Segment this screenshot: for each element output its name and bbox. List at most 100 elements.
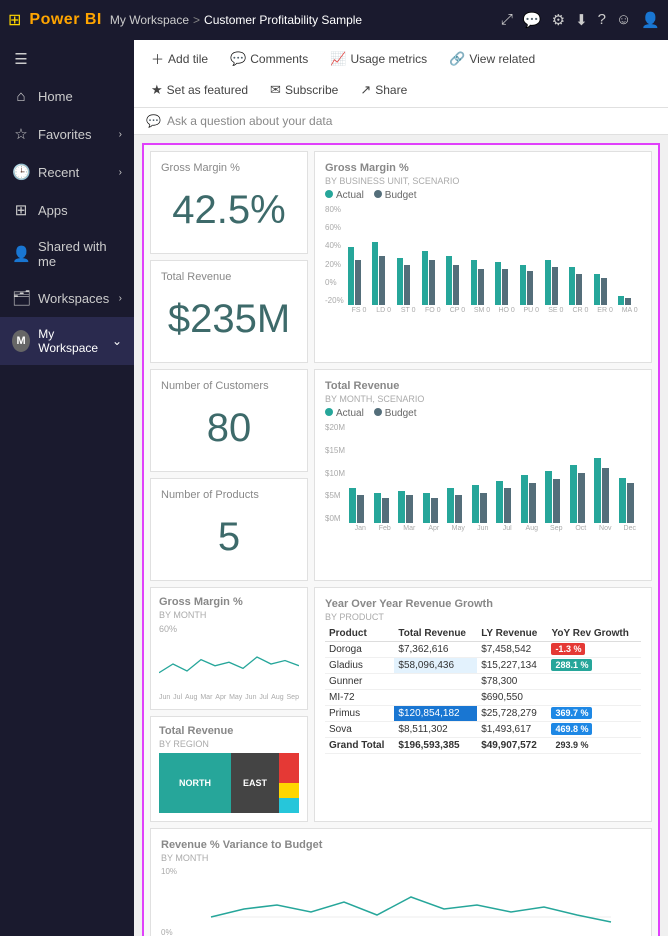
view-related-button[interactable]: 🔗 View related: [440, 46, 544, 72]
hamburger-icon: ☰: [12, 50, 30, 68]
gm-bar-group: [495, 262, 518, 305]
tr-budget-bar: [504, 488, 511, 523]
yoy-product-cell: MI-72: [325, 690, 394, 706]
expand-icon[interactable]: ⤢: [501, 11, 513, 29]
gm-x-label: FO 0: [422, 307, 445, 314]
yoy-growth-cell: [547, 690, 641, 706]
sidebar-item-workspaces[interactable]: 🗂 Workspaces ›: [0, 279, 134, 317]
sidebar-menu-toggle[interactable]: ☰: [0, 40, 134, 78]
rr-subtitle: BY REGION: [159, 739, 299, 749]
yoy-tile[interactable]: Year Over Year Revenue Growth BY PRODUCT…: [314, 587, 652, 822]
gm-chart-area: 80%60%40%20%0%-20% FS 0LD 0ST 0FO 0CP 0S…: [325, 205, 641, 314]
gm-bars-wrap: FS 0LD 0ST 0FO 0CP 0SM 0HO 0PU 0SE 0CR 0…: [348, 205, 641, 314]
tr-actual-bar: [423, 493, 430, 523]
comments-icon: 💬: [230, 51, 246, 67]
tr-budget-bar: [480, 493, 487, 523]
tile-revenue-variance[interactable]: Revenue % Variance to Budget BY MONTH 10…: [150, 828, 652, 936]
tr-x-label: Oct: [570, 525, 593, 532]
region-east: EAST: [231, 753, 279, 813]
yoy-total-cell: $120,854,182: [394, 706, 477, 722]
comments-label: Comments: [250, 52, 308, 66]
emoji-icon[interactable]: ☺: [616, 11, 631, 29]
gm-budget-bar: [601, 278, 607, 305]
sidebar-item-recent[interactable]: 🕒 Recent ›: [0, 153, 134, 191]
gm-y-labels: 80%60%40%20%0%-20%: [325, 205, 348, 305]
subscribe-button[interactable]: ✉ Subscribe: [261, 77, 347, 103]
tile-num-products[interactable]: Number of Products 5: [150, 478, 308, 581]
gm-actual-bar: [446, 256, 452, 306]
gm-budget-bar: [453, 265, 459, 306]
yoy-table-row: Grand Total$196,593,385$49,907,572293.9 …: [325, 738, 641, 754]
gmm-x-labels: JunJulAugMarAprMayJunJulAugSep: [159, 694, 299, 701]
gm-bar-group: [372, 242, 395, 305]
tile-gross-margin-pct[interactable]: Gross Margin % 42.5%: [150, 151, 308, 254]
tr-budget-bar: [431, 498, 438, 523]
region-bar: NORTH EAST: [159, 753, 299, 813]
sidebar-item-home-label: Home: [38, 89, 73, 104]
favorites-icon: ☆: [12, 125, 30, 143]
tr-actual-bar: [374, 493, 381, 523]
sidebar-item-apps[interactable]: ⊞ Apps: [0, 191, 134, 229]
tr-y-labels: $20M$15M$10M$5M$0M: [325, 423, 349, 523]
user-icon[interactable]: 👤: [641, 11, 660, 29]
share-button[interactable]: ↗ Share: [351, 77, 416, 103]
gm-budget-bar: [355, 260, 361, 305]
gm-bar-group: [545, 260, 568, 305]
tile-gm-month[interactable]: Gross Margin % BY MONTH 60% JunJulAugMar…: [150, 587, 308, 710]
kpi-left-col: Gross Margin % 42.5% Total Revenue $235M: [150, 151, 308, 363]
workspace-link[interactable]: My Workspace: [110, 13, 189, 27]
gm-bar-group: [471, 260, 494, 305]
download-icon[interactable]: ⬇: [575, 11, 588, 29]
tr-bar-group: [423, 493, 446, 523]
gm-x-label: CP 0: [446, 307, 469, 314]
tile-num-customers[interactable]: Number of Customers 80: [150, 369, 308, 472]
tr-actual-bar: [570, 465, 577, 523]
sidebar-item-favorites[interactable]: ☆ Favorites ›: [0, 115, 134, 153]
metrics-icon: 📈: [330, 51, 346, 67]
gm-chart-title: Gross Margin %: [325, 162, 641, 174]
dashboard-border: Gross Margin % 42.5% Total Revenue $235M…: [142, 143, 660, 936]
tile-revenue-region[interactable]: Total Revenue BY REGION NORTH EAST: [150, 716, 308, 822]
sidebar-my-workspace[interactable]: M My Workspace ⌄: [0, 317, 134, 365]
help-icon[interactable]: ?: [598, 11, 606, 29]
recent-arrow: ›: [119, 167, 122, 178]
yoy-ly-cell: $25,728,279: [477, 706, 547, 722]
tr-bar-group: [398, 491, 421, 523]
col-total-rev: Total Revenue: [394, 626, 477, 642]
view-related-label: View related: [469, 52, 535, 66]
gm-x-label: HO 0: [495, 307, 518, 314]
comments-button[interactable]: 💬 Comments: [221, 46, 317, 72]
yoy-table-row: Primus$120,854,182$25,728,279369.7 %: [325, 706, 641, 722]
yoy-growth-cell: -1.3 %: [547, 642, 641, 658]
add-tile-button[interactable]: ＋ Add tile: [142, 44, 217, 73]
num-products-value: 5: [161, 505, 297, 570]
num-customers-value: 80: [161, 396, 297, 461]
yoy-table-row: Doroga$7,362,616$7,458,542-1.3 %: [325, 642, 641, 658]
yoy-header-row: Product Total Revenue LY Revenue YoY Rev…: [325, 626, 641, 642]
total-revenue-chart[interactable]: Total Revenue BY MONTH, SCENARIO Actual …: [314, 369, 652, 581]
comment-icon[interactable]: 💬: [523, 11, 542, 29]
yoy-total-cell: $7,362,616: [394, 642, 477, 658]
sidebar-item-home[interactable]: ⌂ Home: [0, 78, 134, 115]
tr-bar-group: [349, 488, 372, 523]
tr-x-label: Aug: [521, 525, 544, 532]
sidebar-item-favorites-label: Favorites: [38, 127, 91, 142]
ask-placeholder[interactable]: Ask a question about your data: [167, 114, 332, 128]
gm-bar-group: [520, 265, 543, 306]
settings-icon[interactable]: ⚙: [552, 11, 565, 29]
gm-legend-actual: Actual: [325, 190, 364, 201]
gm-actual-bar: [594, 274, 600, 306]
sidebar-item-shared[interactable]: 👤 Shared with me: [0, 229, 134, 279]
yoy-total-cell: [394, 674, 477, 690]
tr-budget-bar: [382, 498, 389, 523]
gm-bar-group: [348, 247, 371, 306]
gross-margin-pct-value: 42.5%: [161, 178, 297, 243]
tile-total-revenue[interactable]: Total Revenue $235M: [150, 260, 308, 363]
gm-budget-bar: [576, 274, 582, 306]
set-featured-button[interactable]: ★ Set as featured: [142, 77, 257, 103]
gross-margin-chart[interactable]: Gross Margin % BY BUSINESS UNIT, SCENARI…: [314, 151, 652, 363]
yoy-ly-cell: $15,227,134: [477, 658, 547, 674]
gm-bar-chart: [348, 205, 641, 305]
sidebar-item-apps-label: Apps: [38, 203, 68, 218]
usage-metrics-button[interactable]: 📈 Usage metrics: [321, 46, 436, 72]
